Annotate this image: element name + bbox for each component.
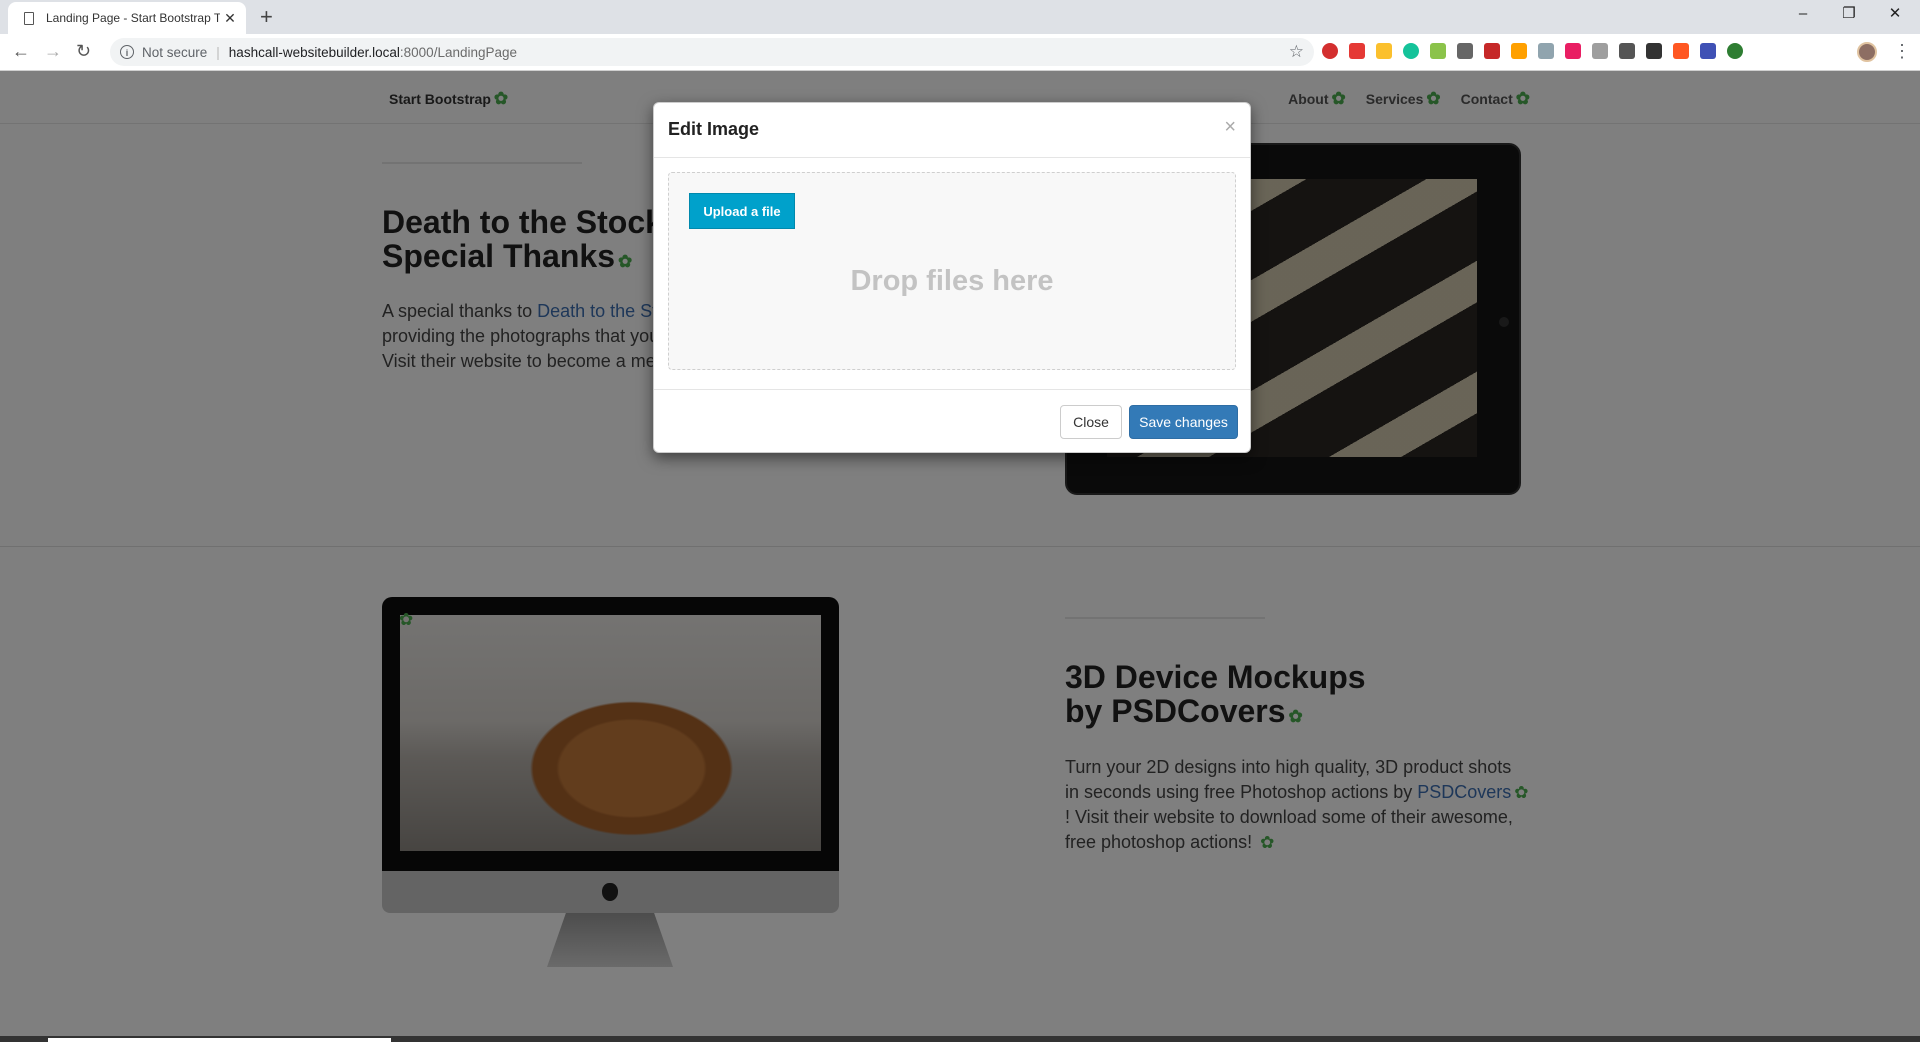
browser-tabstrip: Landing Page - Start Bootstrap Th ✕ + – … [0,0,1920,34]
address-host: hashcall-websitebuilder.local [228,44,400,60]
opera-icon[interactable] [1322,43,1338,59]
green-circle-icon[interactable] [1727,43,1743,59]
colorwheel-icon[interactable] [1565,43,1581,59]
info-icon[interactable] [1619,43,1635,59]
eye-icon[interactable] [1538,43,1554,59]
modal-footer: Close Save changes [654,389,1250,453]
address-path: :8000/LandingPage [399,44,518,60]
extension-icons [1322,43,1743,59]
red-chart-icon[interactable] [1484,43,1500,59]
info-icon[interactable]: i [120,45,134,59]
red-square-icon[interactable] [1349,43,1365,59]
modal-title: Edit Image [668,119,760,139]
forward-arrow-icon[interactable]: → [44,41,62,61]
address-bar[interactable]: i Not secure | hashcall-websitebuilder.l… [110,38,1314,66]
tab-title: Landing Page - Start Bootstrap Th [46,11,220,25]
upload-file-button[interactable]: Upload a file [689,193,795,229]
menu-kebab-icon[interactable]: ⋮ [1893,42,1911,60]
new-tab-button[interactable]: + [260,4,273,30]
reload-icon[interactable]: ↻ [76,41,91,61]
browser-tab[interactable]: Landing Page - Start Bootstrap Th ✕ [8,2,246,34]
restore-button[interactable]: ❐ [1826,0,1872,30]
modal-header: Edit Image × [654,103,1250,158]
security-label: Not secure [142,44,208,60]
close-window-button[interactable]: ✕ [1872,0,1918,30]
page-icon [24,11,34,25]
browser-toolbar: ← → ↻ i Not secure | hashcall-websitebui… [0,34,1920,71]
copy-icon[interactable] [1457,43,1473,59]
modal-body: Upload a file Drop files here [654,157,1250,389]
yellow-badge-icon[interactable] [1376,43,1392,59]
hash-icon[interactable] [1700,43,1716,59]
close-button[interactable]: Close [1060,405,1122,439]
glasses-icon[interactable] [1646,43,1662,59]
bulb-icon[interactable] [1511,43,1527,59]
drop-files-text: Drop files here [850,265,1054,297]
save-changes-button[interactable]: Save changes [1129,405,1238,439]
minimize-button[interactable]: – [1780,0,1826,30]
profile-avatar[interactable] [1857,42,1877,62]
modal-close-icon[interactable]: × [1224,117,1236,137]
taskbar-strip [0,1036,1920,1042]
rainbow-icon[interactable] [1673,43,1689,59]
green-mail-icon[interactable] [1430,43,1446,59]
address-separator: | [216,44,220,60]
gray-square-icon[interactable] [1592,43,1608,59]
tab-close-icon[interactable]: ✕ [220,10,240,27]
bookmark-star-icon[interactable]: ☆ [1289,42,1304,62]
taskbar-segment [48,1038,391,1042]
back-arrow-icon[interactable]: ← [12,41,30,61]
file-dropzone[interactable]: Upload a file Drop files here [668,172,1236,370]
grammarly-icon[interactable] [1403,43,1419,59]
edit-image-modal: Edit Image × Upload a file Drop files he… [653,102,1251,453]
